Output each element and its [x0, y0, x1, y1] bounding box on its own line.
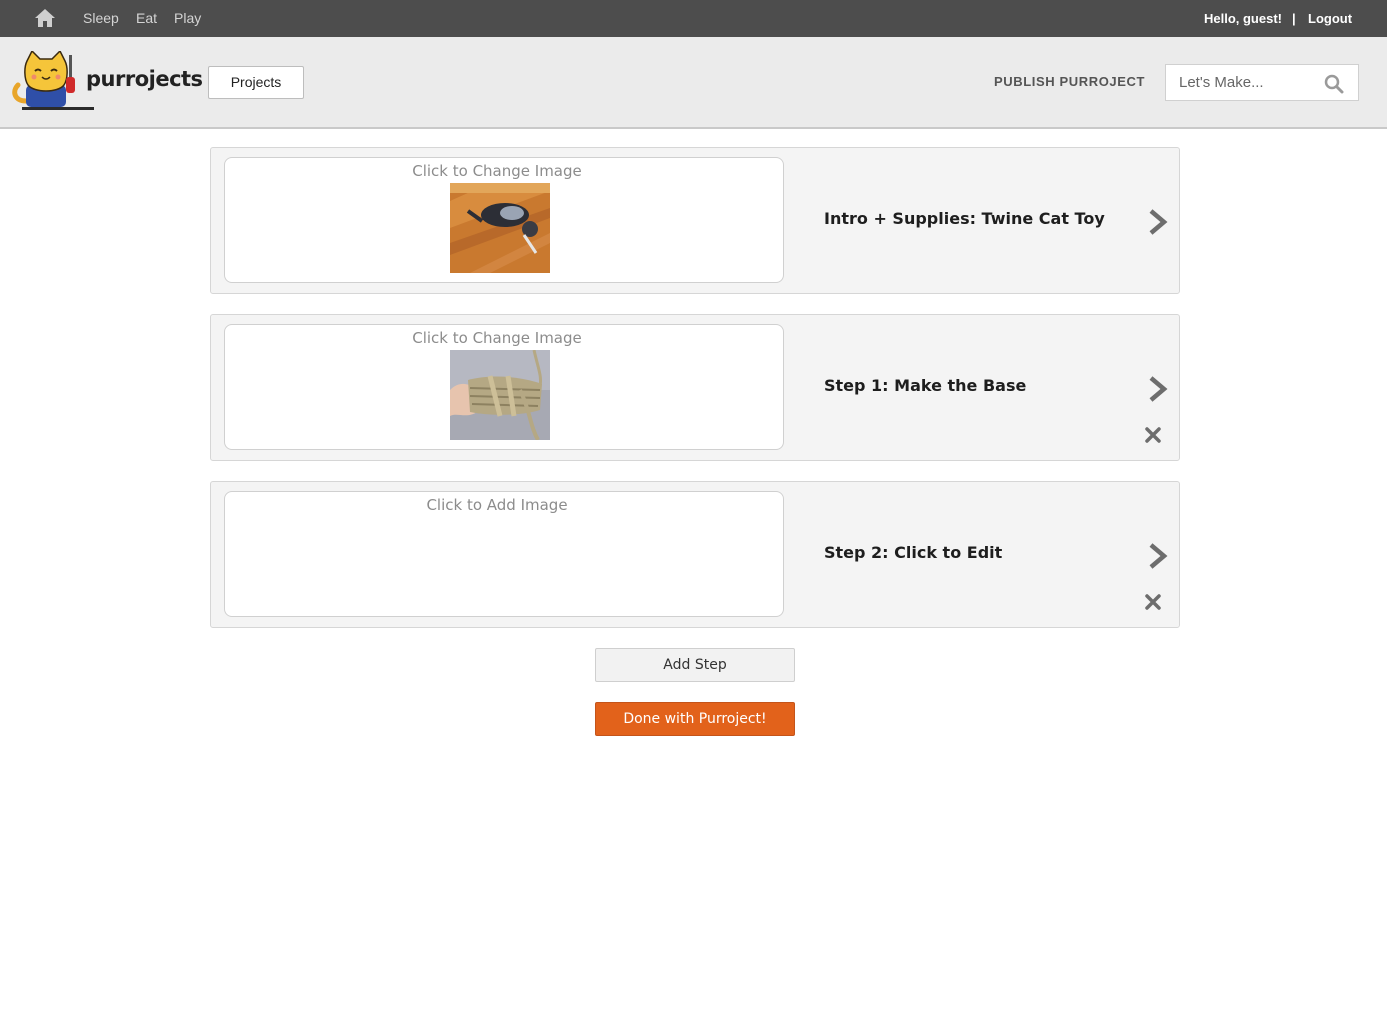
cat-on-floor-thumbnail [450, 183, 550, 273]
brand-name[interactable]: purrojects [86, 67, 203, 91]
step-title[interactable]: Step 2: Click to Edit [824, 543, 1002, 562]
add-step-button[interactable]: Add Step [595, 648, 795, 682]
step-image-dropzone[interactable]: Click to Change Image [224, 157, 784, 283]
nav-link-eat[interactable]: Eat [136, 10, 157, 26]
delete-step-close-icon[interactable] [1144, 593, 1162, 611]
nav-separator: | [1292, 11, 1296, 26]
publish-purroject-link[interactable]: PUBLISH PURROJECT [994, 74, 1145, 89]
nav-link-play[interactable]: Play [174, 10, 201, 26]
done-with-purroject-button[interactable]: Done with Purroject! [595, 702, 795, 736]
image-caption: Click to Change Image [412, 162, 582, 180]
chevron-right-icon[interactable] [1146, 375, 1170, 403]
image-caption: Click to Add Image [426, 496, 568, 514]
step-card-intro: Click to Change Image Intro + Supplies: … [210, 147, 1180, 294]
twine-bundle-thumbnail [450, 350, 550, 440]
step-card-1: Click to Change Image Step 1: Make the B… [210, 314, 1180, 461]
home-icon[interactable] [34, 8, 56, 28]
top-nav-bar: Sleep Eat Play Hello, guest! | Logout [0, 0, 1387, 37]
step-title[interactable]: Step 1: Make the Base [824, 376, 1026, 395]
nav-link-sleep[interactable]: Sleep [83, 10, 119, 26]
projects-button[interactable]: Projects [208, 66, 304, 99]
chevron-right-icon[interactable] [1146, 208, 1170, 236]
user-greeting: Hello, guest! [1203, 11, 1282, 26]
image-caption: Click to Change Image [412, 329, 582, 347]
logout-link[interactable]: Logout [1308, 11, 1352, 26]
cat-mascot-logo-icon[interactable] [10, 51, 94, 113]
step-image-dropzone[interactable]: Click to Add Image [224, 491, 784, 617]
delete-step-close-icon[interactable] [1144, 426, 1162, 444]
chevron-right-icon[interactable] [1146, 542, 1170, 570]
search-input[interactable] [1166, 65, 1316, 100]
site-header: purrojects Projects PUBLISH PURROJECT [0, 37, 1387, 129]
step-image-dropzone[interactable]: Click to Change Image [224, 324, 784, 450]
step-card-2: Click to Add Image Step 2: Click to Edit [210, 481, 1180, 628]
search-icon[interactable] [1324, 74, 1344, 94]
search-box [1165, 64, 1359, 101]
step-title[interactable]: Intro + Supplies: Twine Cat Toy [824, 209, 1105, 228]
